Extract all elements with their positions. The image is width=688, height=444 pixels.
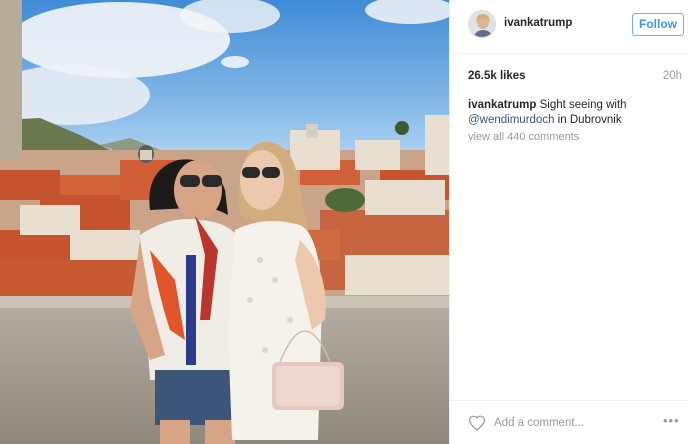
follow-button[interactable]: Follow	[632, 13, 684, 36]
caption-mention[interactable]: @wendimurdoch	[468, 114, 554, 126]
caption-username[interactable]: ivankatrump	[468, 99, 536, 111]
avatar-icon	[469, 11, 495, 37]
post-footer: •••	[450, 400, 688, 444]
more-options-button[interactable]: •••	[663, 413, 680, 428]
heart-icon[interactable]	[468, 414, 486, 431]
instagram-post: ivankatrump Follow 26.5k likes 20h ivank…	[0, 0, 688, 444]
add-comment-input[interactable]	[494, 413, 654, 433]
likes-count[interactable]: 26.5k likes	[468, 70, 526, 82]
post-caption: ivankatrump Sight seeing with @wendimurd…	[468, 98, 678, 128]
post-header: ivankatrump Follow	[450, 0, 688, 54]
post-photo[interactable]	[0, 0, 449, 444]
caption-text-after: in Dubrovnik	[557, 114, 622, 126]
avatar[interactable]	[468, 10, 496, 38]
photo-illustration	[0, 0, 449, 444]
post-username[interactable]: ivankatrump	[504, 17, 572, 29]
post-timestamp: 20h	[662, 70, 682, 82]
caption-text: Sight seeing with	[539, 99, 627, 111]
post-side-panel: ivankatrump Follow 26.5k likes 20h ivank…	[449, 0, 688, 444]
view-all-comments-link[interactable]: view all 440 comments	[468, 131, 579, 143]
